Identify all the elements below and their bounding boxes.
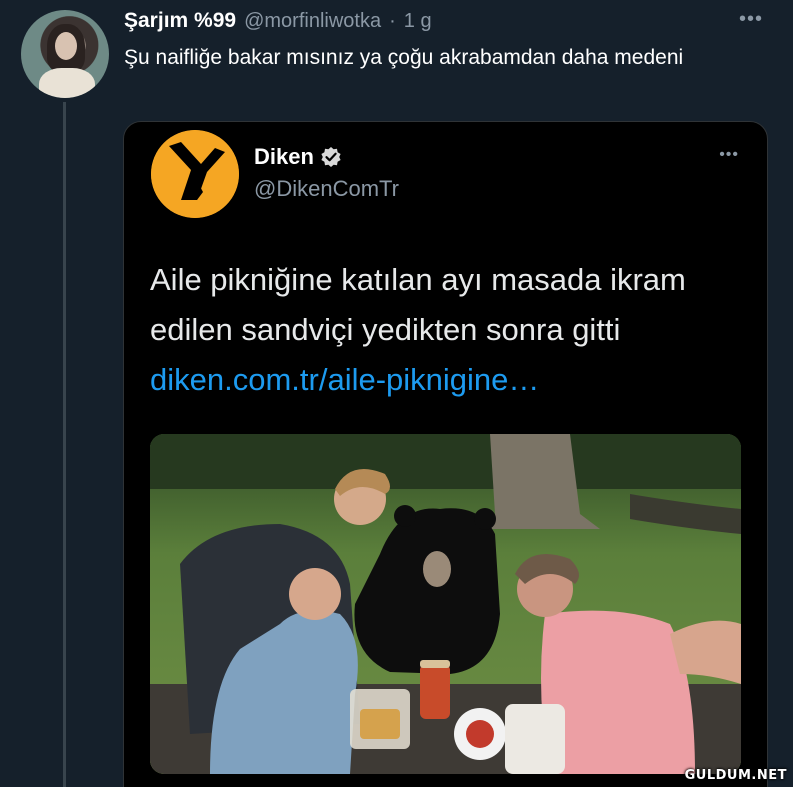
quoted-handle[interactable]: @DikenComTr	[254, 176, 399, 202]
diken-logo-icon[interactable]	[151, 130, 239, 218]
diken-logo-svg	[151, 130, 239, 218]
user-avatar[interactable]	[21, 10, 109, 98]
avatar-face	[55, 32, 77, 60]
quoted-tweet[interactable]: Diken @DikenComTr ••• Aile pikniğine kat…	[123, 121, 768, 787]
quoted-more-horizontal-icon[interactable]: •••	[719, 146, 739, 164]
watermark-logo: GULDUM.NET	[684, 768, 787, 783]
header-separator: ·	[389, 10, 396, 32]
display-name[interactable]: Şarjım %99	[124, 9, 236, 33]
quoted-display-name[interactable]: Diken	[254, 144, 314, 170]
user-handle[interactable]: @morfinliwotka	[244, 10, 381, 33]
tweet-time[interactable]: 1 g	[404, 10, 432, 33]
tweet-text: Şu naifliğe bakar mısınız ya çoğu akraba…	[124, 46, 684, 69]
bear-picnic-photo	[150, 434, 741, 774]
verified-badge-icon	[320, 146, 342, 168]
more-horizontal-icon[interactable]: •••	[739, 8, 763, 31]
thread-line	[63, 102, 66, 787]
quoted-media-photo[interactable]	[150, 434, 741, 774]
quoted-link[interactable]: diken.com.tr/aile-piknigine…	[150, 362, 539, 397]
quoted-name-row: Diken	[254, 144, 342, 170]
quoted-body: Aile pikniğine katılan ayı masada ikram …	[150, 262, 686, 347]
quoted-text: Aile pikniğine katılan ayı masada ikram …	[150, 255, 760, 405]
avatar-shirt	[39, 68, 95, 98]
tweet-header: Şarjım %99 @morfinliwotka · 1 g	[124, 9, 763, 35]
